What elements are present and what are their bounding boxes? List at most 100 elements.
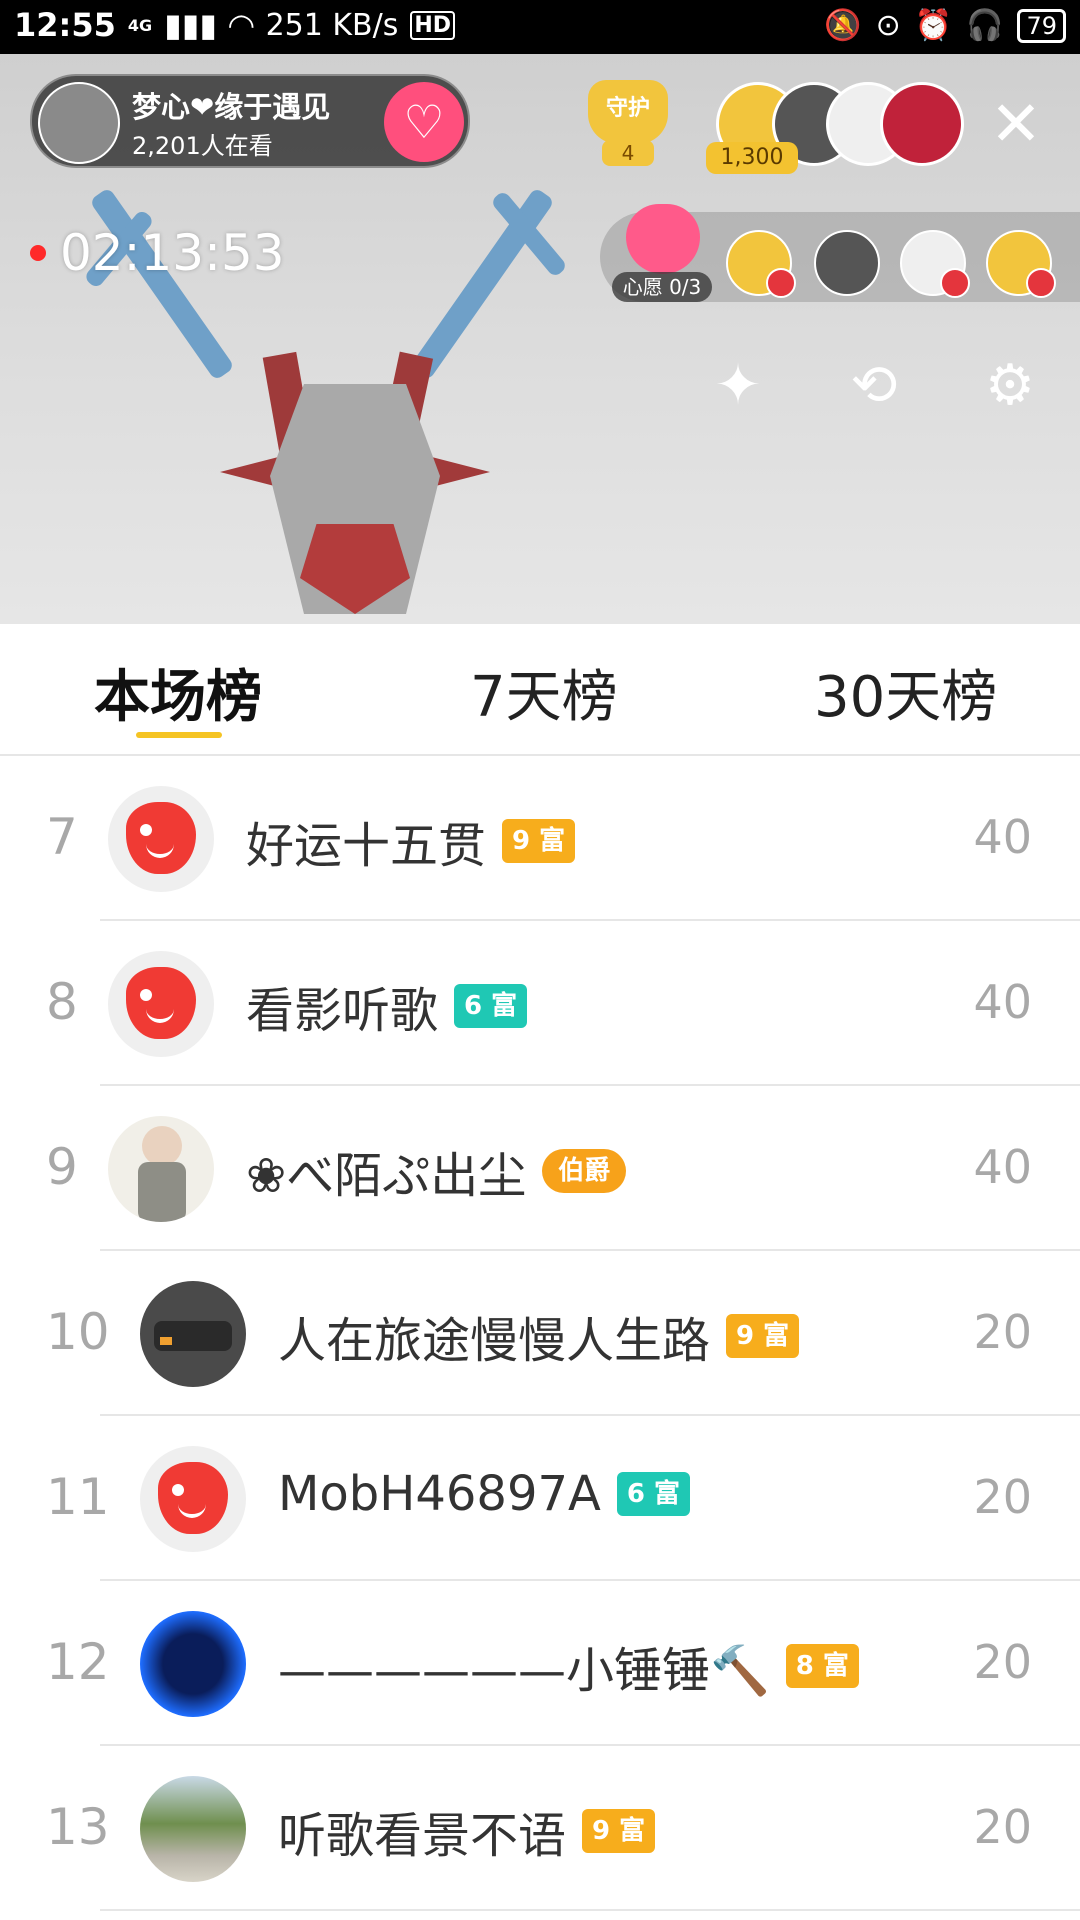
status-bar: 12:55 4G ▮▮▮ ◠ 251 KB/s HD 🔕 ⊙ ⏰ 🎧 79 bbox=[0, 0, 1080, 54]
antler-left bbox=[89, 187, 235, 381]
wish-button[interactable]: 心愿 0/3 bbox=[612, 204, 712, 304]
score: 40 bbox=[973, 1140, 1032, 1194]
rank-number: 8 bbox=[46, 973, 78, 1031]
rank-number: 13 bbox=[46, 1798, 110, 1856]
guard-badge[interactable]: 守护 4 bbox=[588, 80, 668, 166]
wealth-badge: 6 富 bbox=[454, 984, 528, 1028]
seat-empty[interactable] bbox=[814, 230, 880, 296]
list-item[interactable]: 13 听歌看景不语 9 富 20 bbox=[0, 1746, 1080, 1911]
wealth-badge: 6 富 bbox=[616, 1472, 691, 1516]
user-name-row: ❀べ陌ぷ出尘 伯爵 bbox=[246, 1136, 627, 1206]
sofa-icon bbox=[940, 268, 970, 298]
user-name-row: 好运十五贯 9 富 bbox=[246, 806, 576, 876]
user-name-row: ——————小锤锤🔨 8 富 bbox=[278, 1631, 859, 1701]
score: 20 bbox=[973, 1635, 1032, 1689]
signal-icon: ▮▮▮ bbox=[164, 6, 217, 44]
divider bbox=[100, 1909, 1080, 1911]
rank-number: 7 bbox=[46, 808, 78, 866]
ranking-tabs: 本场榜 7天榜 30天榜 bbox=[0, 624, 1080, 756]
user-name: ❀べ陌ぷ出尘 bbox=[246, 1148, 527, 1204]
guard-count: 4 bbox=[602, 140, 654, 166]
guard-label: 守护 bbox=[588, 80, 668, 144]
wealth-badge: 9 富 bbox=[502, 819, 576, 863]
score: 20 bbox=[973, 1305, 1032, 1359]
wealth-badge: 9 富 bbox=[582, 1809, 656, 1853]
rank-number: 10 bbox=[46, 1303, 110, 1361]
status-time: 12:55 bbox=[14, 6, 116, 44]
avatar bbox=[140, 1611, 246, 1717]
score: 20 bbox=[973, 1800, 1032, 1854]
wealth-badge: 9 富 bbox=[726, 1314, 800, 1358]
top-fans[interactable]: 1,300 bbox=[706, 82, 964, 174]
status-right: 🔕 ⊙ ⏰ 🎧 79 bbox=[824, 8, 1066, 43]
list-item[interactable]: 12 ——————小锤锤🔨 8 富 20 bbox=[0, 1581, 1080, 1746]
user-name-row: 看影听歌 6 富 bbox=[246, 971, 528, 1041]
live-video[interactable]: 梦心❤缘于遇见 2,201人在看 ♡ 守护 4 1,300 ✕ 02:13:53… bbox=[0, 54, 1080, 624]
tab-this-show[interactable]: 本场榜 bbox=[94, 652, 262, 733]
close-icon[interactable]: ✕ bbox=[986, 93, 1046, 155]
fan-avatar[interactable] bbox=[880, 82, 964, 166]
alarm-icon: ⏰ bbox=[914, 8, 953, 43]
wealth-badge: 8 富 bbox=[785, 1644, 859, 1688]
list-item[interactable]: 8 看影听歌 6 富 40 bbox=[0, 921, 1080, 1086]
network-speed: 251 KB/s bbox=[265, 7, 399, 43]
host-avatar[interactable] bbox=[38, 82, 120, 164]
list-item[interactable]: 10 人在旅途慢慢人生路 9 富 20 bbox=[0, 1251, 1080, 1416]
user-name-row: 人在旅途慢慢人生路 9 富 bbox=[278, 1301, 800, 1371]
sofa-icon bbox=[1026, 268, 1056, 298]
wish-heart-icon bbox=[626, 204, 700, 274]
live-timer: 02:13:53 bbox=[30, 224, 285, 282]
sofa-icon bbox=[766, 268, 796, 298]
rank-number: 9 bbox=[46, 1138, 78, 1196]
avatar bbox=[140, 1446, 246, 1552]
score: 40 bbox=[973, 810, 1032, 864]
noble-badge: 伯爵 bbox=[542, 1149, 627, 1193]
score: 20 bbox=[973, 1470, 1032, 1524]
hd-indicator: HD bbox=[410, 10, 456, 40]
live-dot bbox=[30, 245, 46, 261]
user-name: 人在旅途慢慢人生路 bbox=[278, 1313, 711, 1369]
active-tab-indicator bbox=[136, 732, 222, 738]
host-info[interactable]: 梦心❤缘于遇见 2,201人在看 ♡ bbox=[30, 74, 470, 168]
user-name-row: 听歌看景不语 9 富 bbox=[278, 1796, 656, 1866]
score: 40 bbox=[973, 975, 1032, 1029]
battery-indicator: 79 bbox=[1017, 8, 1066, 43]
avatar bbox=[140, 1776, 246, 1882]
seat-avatar[interactable] bbox=[986, 230, 1056, 298]
list-item[interactable]: 7 好运十五贯 9 富 40 bbox=[0, 756, 1080, 921]
headphones-icon: 🎧 bbox=[966, 8, 1004, 43]
rotation-lock-icon: ⊙ bbox=[875, 8, 901, 43]
follow-heart-button[interactable]: ♡ bbox=[384, 82, 464, 162]
list-item[interactable]: 9 ❀べ陌ぷ出尘 伯爵 40 bbox=[0, 1086, 1080, 1251]
tab-30-days[interactable]: 30天榜 bbox=[814, 652, 997, 733]
timer-text: 02:13:53 bbox=[60, 224, 285, 282]
avatar bbox=[108, 786, 214, 892]
wifi-icon: ◠ bbox=[228, 6, 254, 44]
rank-number: 11 bbox=[46, 1468, 110, 1526]
fan-score: 1,300 bbox=[706, 142, 798, 174]
user-name: MobH46897A bbox=[278, 1466, 601, 1522]
magic-wand-icon[interactable]: ✦ bbox=[700, 348, 776, 424]
user-name: 好运十五贯 bbox=[246, 818, 487, 874]
rank-number: 12 bbox=[46, 1633, 110, 1691]
user-name: 看影听歌 bbox=[246, 983, 439, 1039]
wish-label: 心愿 0/3 bbox=[612, 272, 712, 302]
host-name: 梦心❤缘于遇见 bbox=[132, 90, 331, 124]
bell-off-icon: 🔕 bbox=[824, 8, 862, 43]
settings-gear-icon[interactable]: ⚙ bbox=[972, 348, 1048, 424]
user-name: 听歌看景不语 bbox=[278, 1808, 567, 1864]
status-left: 12:55 4G ▮▮▮ ◠ 251 KB/s HD bbox=[14, 6, 456, 44]
avatar bbox=[140, 1281, 246, 1387]
list-item[interactable]: 11 MobH46897A 6 富 20 bbox=[0, 1416, 1080, 1581]
camera-switch-icon[interactable]: ⟲ bbox=[836, 348, 912, 424]
avatar bbox=[108, 1116, 214, 1222]
seat-avatar[interactable] bbox=[726, 230, 796, 298]
viewer-count: 2,201人在看 bbox=[132, 132, 273, 160]
seat-avatar[interactable] bbox=[900, 230, 970, 298]
user-name: ——————小锤锤🔨 bbox=[278, 1643, 770, 1699]
network-type: 4G bbox=[127, 15, 153, 35]
tab-7-days[interactable]: 7天榜 bbox=[470, 652, 618, 733]
user-name-row: MobH46897A 6 富 bbox=[278, 1466, 691, 1522]
avatar bbox=[108, 951, 214, 1057]
antler-right bbox=[409, 187, 555, 381]
